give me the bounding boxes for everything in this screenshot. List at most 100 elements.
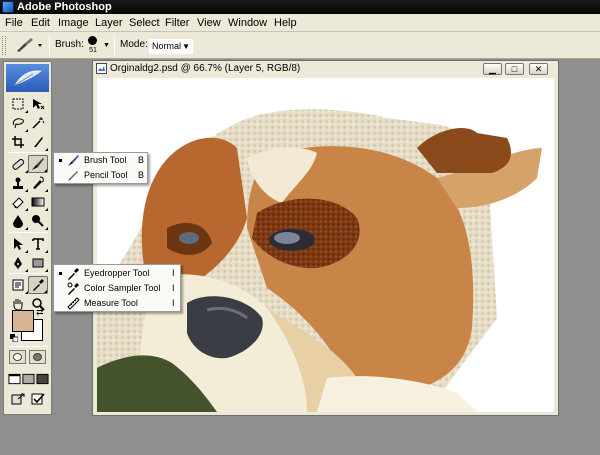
standard-screen-mode-icon[interactable] [8,370,21,388]
flyout-item-shortcut: B [138,170,145,180]
document-window: Orginaldg2.psd @ 66.7% (Layer 5, RGB/8) … [92,60,559,416]
app-title: Adobe Photoshop [17,1,112,13]
crop-tool-icon[interactable] [8,133,28,151]
clone-stamp-tool-icon[interactable] [8,174,28,192]
pencil-icon [68,171,78,181]
flyout-item-label: Pencil Tool [84,170,128,180]
flyout-item-label: Eyedropper Tool [84,268,150,278]
full-screen-mode-icon[interactable] [36,370,49,388]
menu-help[interactable]: Help [274,14,297,32]
measure-icon [67,297,80,310]
menu-image[interactable]: Image [58,14,89,32]
menu-window[interactable]: Window [228,14,267,32]
move-tool-icon[interactable] [28,95,48,113]
toolbox-divider [9,152,48,153]
lasso-tool-icon[interactable] [8,114,28,132]
document-title: Orginaldg2.psd @ 66.7% (Layer 5, RGB/8) [110,63,301,74]
default-colors-icon[interactable] [10,334,18,342]
flyout-item-measure-tool[interactable]: Measure Tool I [54,296,180,311]
flyout-item-brush-tool[interactable]: Brush Tool B [54,153,147,168]
selected-bullet-icon [59,272,62,275]
menu-layer[interactable]: Layer [95,14,123,32]
minimize-button[interactable]: ▁ [483,63,502,75]
brush-picker[interactable]: 51 [86,36,100,56]
menu-file[interactable]: File [5,14,23,32]
close-button[interactable]: ✕ [529,63,548,75]
toolbox-divider [9,346,48,347]
flyout-item-shortcut: I [172,298,175,308]
close-icon: ✕ [534,64,543,74]
flyout-item-eyedropper-tool[interactable]: Eyedropper Tool I [54,266,180,281]
options-separator [114,36,115,55]
menu-filter[interactable]: Filter [165,14,189,32]
notes-tool-icon[interactable] [8,276,28,294]
selected-bullet-icon [59,159,62,162]
eyedropper-tool-flyout: Eyedropper Tool I Color Sampler Tool I M… [53,264,181,312]
flyout-item-shortcut: I [172,268,175,278]
standard-mode-button[interactable] [9,350,26,364]
image-canvas[interactable] [97,78,554,412]
menu-edit[interactable]: Edit [31,14,50,32]
menu-view[interactable]: View [197,14,221,32]
flyout-item-label: Measure Tool [84,298,138,308]
history-brush-tool-icon[interactable] [28,174,48,192]
toolbox: ⇄ [3,61,52,415]
brush-size: 51 [89,47,97,54]
brush-tool-icon[interactable] [28,155,48,173]
type-tool-icon[interactable] [28,235,48,253]
photoshop-app-icon [2,1,14,13]
brush-icon [68,155,79,166]
options-bar: Brush: 51 ▼ Mode: Normal ▼ [0,32,600,59]
full-screen-menubar-mode-icon[interactable] [22,370,35,388]
minimize-icon: ▁ [489,64,496,74]
flyout-item-pencil-tool[interactable]: Pencil Tool B [54,168,147,183]
eyedropper-tool-icon[interactable] [28,276,48,294]
quick-mask-mode-button[interactable] [29,350,46,364]
blur-tool-icon[interactable] [8,212,28,230]
menu-bar: File Edit Image Layer Select Filter View… [0,14,600,32]
flyout-item-shortcut: I [172,283,175,293]
maximize-button[interactable]: □ [505,63,524,75]
path-selection-tool-icon[interactable] [8,235,28,253]
menu-select[interactable]: Select [129,14,160,32]
flyout-item-shortcut: B [138,155,145,165]
dog-painting-image [97,78,554,412]
healing-brush-tool-icon[interactable] [8,155,28,173]
brush-tool-flyout: Brush Tool B Pencil Tool B [53,152,148,184]
document-icon [96,63,107,74]
brush-label: Brush: [55,39,84,50]
swap-colors-icon[interactable]: ⇄ [36,307,44,318]
tool-preset-picker[interactable] [13,36,43,55]
maximize-icon: □ [511,64,518,74]
mode-value: Normal [152,41,182,51]
brush-preset-icon [17,38,42,52]
mode-label: Mode: [120,39,148,50]
slice-tool-icon[interactable] [28,133,48,151]
eraser-tool-icon[interactable] [8,193,28,211]
options-separator [49,36,50,55]
rectangle-shape-tool-icon[interactable] [28,254,48,272]
feather-logo-icon [14,70,42,86]
app-titlebar: Adobe Photoshop [0,0,600,14]
foreground-color-swatch[interactable] [12,310,34,332]
pen-tool-icon[interactable] [8,254,28,272]
eyedropper-icon [68,268,79,280]
flyout-item-color-sampler-tool[interactable]: Color Sampler Tool I [54,281,180,296]
brush-picker-arrow-icon[interactable]: ▼ [103,42,110,49]
chevron-down-icon: ▼ [182,42,190,51]
gradient-tool-icon[interactable] [28,193,48,211]
options-bar-grip[interactable] [2,36,6,55]
dodge-tool-icon[interactable] [28,212,48,230]
checkmark-icon[interactable] [28,390,48,408]
magic-wand-tool-icon[interactable] [28,114,48,132]
toolbox-divider [9,232,48,233]
flyout-item-label: Brush Tool [84,155,127,165]
flyout-item-label: Color Sampler Tool [84,283,161,293]
marquee-tool-icon[interactable] [8,95,28,113]
jump-to-imageready-icon[interactable] [8,390,28,408]
color-sampler-icon [67,282,79,295]
document-titlebar[interactable]: Orginaldg2.psd @ 66.7% (Layer 5, RGB/8) … [93,61,558,77]
mode-select[interactable]: Normal ▼ [149,39,193,54]
brush-tip-icon [88,36,97,45]
toolbox-header[interactable] [6,64,49,92]
